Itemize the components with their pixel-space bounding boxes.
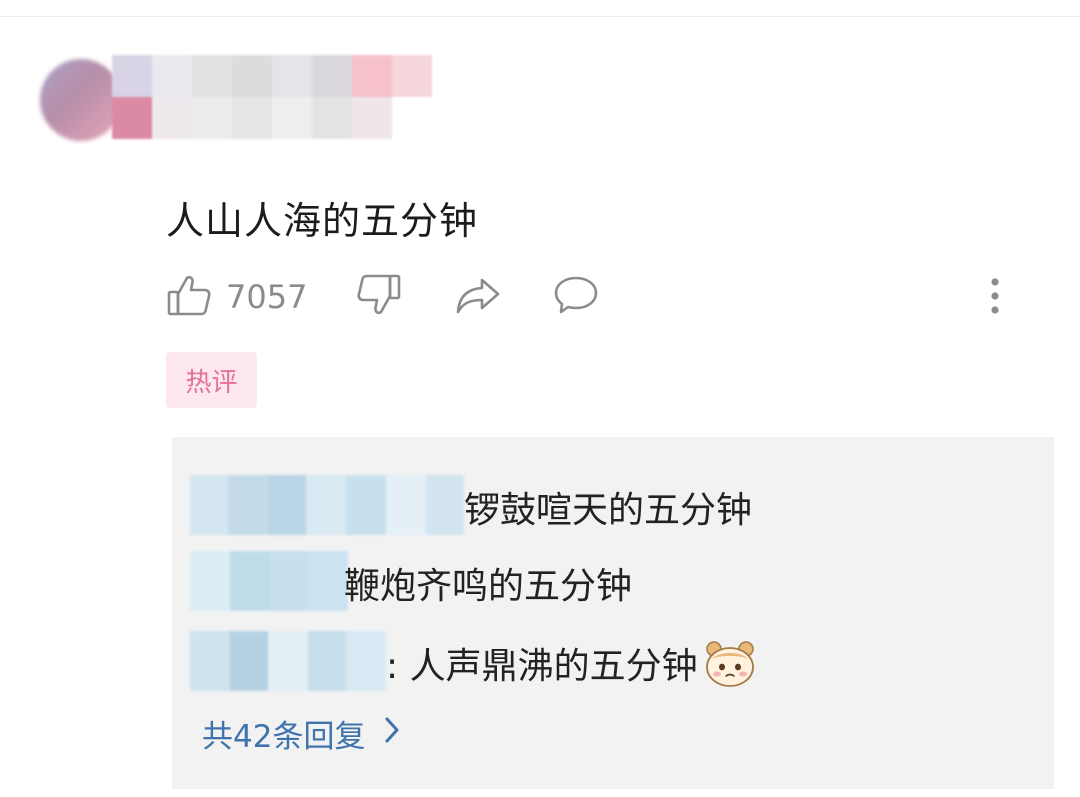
dislike-button[interactable] <box>356 272 402 322</box>
hamster-emoji-icon <box>704 639 756 698</box>
comment-bubble-icon <box>552 272 600 322</box>
reply-text-content: : 人声鼎沸的五分钟 <box>386 646 698 687</box>
reply-button[interactable] <box>552 272 600 322</box>
thumbs-up-icon <box>166 272 212 322</box>
reply-item[interactable]: 鞭炮齐鸣的五分钟 <box>172 551 1054 611</box>
reply-item[interactable]: : 人声鼎沸的五分钟 <box>172 631 1054 691</box>
comment-text: 人山人海的五分钟 <box>166 199 479 243</box>
reply-author-mosaic <box>190 475 464 535</box>
share-button[interactable] <box>454 272 502 322</box>
more-options-button[interactable] <box>980 272 1010 322</box>
thumbs-down-icon <box>356 272 402 322</box>
share-icon <box>454 272 502 322</box>
reply-preview-box[interactable]: 锣鼓喧天的五分钟 鞭炮齐鸣的五分钟 : 人声鼎沸的五分钟 共42条回复 <box>172 437 1054 789</box>
reply-author-mosaic <box>190 551 348 611</box>
chevron-right-icon <box>383 715 401 753</box>
reply-item[interactable]: 锣鼓喧天的五分钟 <box>172 475 1054 535</box>
top-divider <box>0 16 1080 17</box>
username-mosaic <box>112 55 432 139</box>
more-vertical-icon <box>980 272 1010 322</box>
view-all-replies-link[interactable]: 共42条回复 <box>202 711 401 756</box>
comment-actions: 7057 <box>166 272 1026 328</box>
comment-author-header[interactable] <box>40 55 460 147</box>
view-all-replies-label: 共42条回复 <box>202 719 366 755</box>
reply-text: 锣鼓喧天的五分钟 <box>464 490 753 531</box>
hot-comment-badge: 热评 <box>166 352 257 408</box>
reply-author-mosaic <box>190 631 386 691</box>
like-button[interactable]: 7057 <box>166 272 307 322</box>
reply-text: 鞭炮齐鸣的五分钟 <box>344 566 633 607</box>
avatar[interactable] <box>40 59 122 141</box>
like-count: 7057 <box>226 278 308 316</box>
reply-text: : 人声鼎沸的五分钟 <box>386 637 756 698</box>
